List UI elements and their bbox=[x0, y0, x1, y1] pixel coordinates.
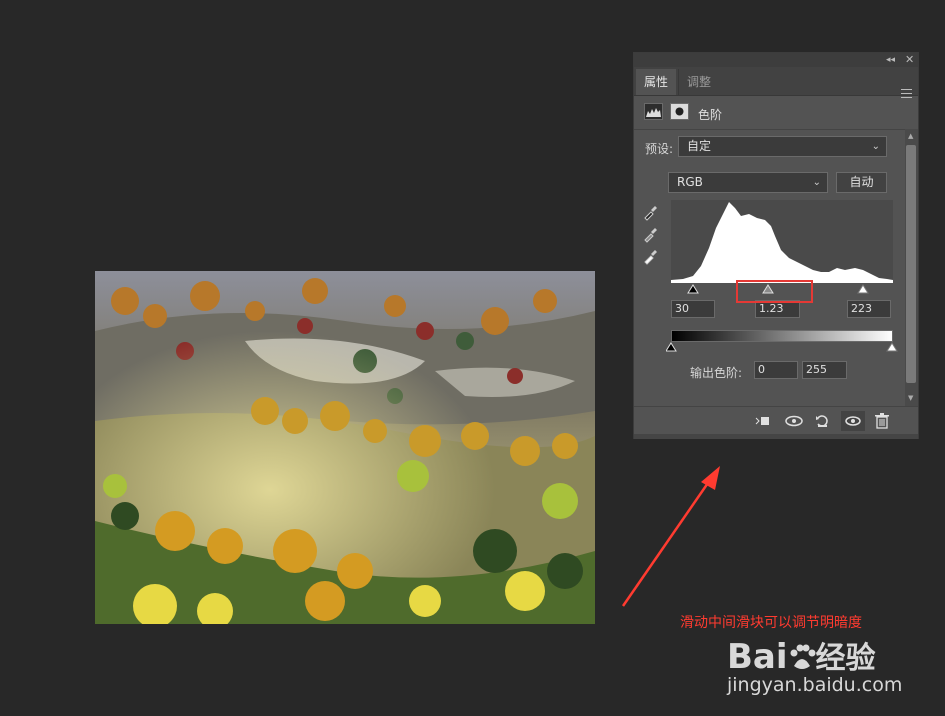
output-white-field[interactable]: 255 bbox=[802, 361, 847, 379]
paw-icon bbox=[788, 641, 816, 669]
watermark-brand: Bai 经验 bbox=[727, 633, 876, 677]
chevron-down-icon: ⌄ bbox=[812, 177, 821, 188]
levels-icon[interactable] bbox=[644, 103, 663, 120]
gray-eyedropper-icon[interactable] bbox=[642, 225, 660, 243]
reset-icon[interactable] bbox=[814, 413, 830, 429]
levels-histogram bbox=[671, 200, 893, 283]
output-black-slider[interactable] bbox=[666, 342, 677, 352]
close-icon[interactable]: ✕ bbox=[905, 53, 914, 67]
channel-dropdown[interactable]: RGB ⌄ bbox=[668, 172, 828, 193]
auto-button[interactable]: 自动 bbox=[836, 172, 887, 193]
clip-to-layer-icon[interactable] bbox=[754, 413, 770, 429]
panel-resize-grip[interactable] bbox=[634, 434, 918, 439]
adjustment-title: 色阶 bbox=[698, 108, 723, 122]
output-gradient bbox=[671, 330, 893, 342]
annotation-text: 滑动中间滑块可以调节明暗度 bbox=[680, 615, 862, 631]
output-white-slider[interactable] bbox=[886, 342, 898, 352]
channel-value: RGB bbox=[677, 175, 703, 189]
scroll-up-icon[interactable]: ▲ bbox=[908, 132, 913, 140]
white-eyedropper-icon[interactable] bbox=[642, 247, 660, 265]
preset-dropdown[interactable]: 自定 ⌄ bbox=[678, 136, 887, 157]
mask-icon[interactable] bbox=[670, 103, 689, 120]
watermark-brand-text: Bai bbox=[727, 637, 788, 677]
panel-footer bbox=[634, 406, 918, 435]
output-levels-label: 输出色阶: bbox=[690, 366, 743, 380]
scroll-down-icon[interactable]: ▼ bbox=[908, 394, 913, 402]
properties-panel: ◂◂ ✕ 属性 调整 色阶 ▲ ▼ 预设: 自定 ⌄ RGB ⌄ 自动 30 1… bbox=[633, 52, 919, 439]
watermark-suffix: 经验 bbox=[815, 641, 876, 676]
chevron-down-icon: ⌄ bbox=[871, 141, 880, 152]
tab-properties[interactable]: 属性 bbox=[636, 69, 677, 95]
preset-label: 预设: bbox=[645, 142, 674, 156]
tab-adjustments[interactable]: 调整 bbox=[678, 69, 719, 95]
black-eyedropper-icon[interactable] bbox=[642, 203, 660, 221]
panel-tabbar: 属性 调整 bbox=[634, 67, 918, 98]
scrollbar-thumb[interactable] bbox=[906, 145, 916, 383]
input-black-field[interactable]: 30 bbox=[671, 300, 715, 318]
view-previous-icon[interactable] bbox=[785, 413, 803, 429]
black-point-slider[interactable] bbox=[687, 284, 699, 294]
highlight-box bbox=[736, 280, 813, 303]
collapse-icon[interactable]: ◂◂ bbox=[886, 53, 895, 67]
annotation-arrow bbox=[621, 466, 720, 607]
landscape-photo bbox=[95, 271, 595, 624]
preset-value: 自定 bbox=[687, 139, 712, 153]
visibility-icon[interactable] bbox=[841, 411, 865, 431]
watermark-url: jingyan.baidu.com bbox=[727, 674, 903, 696]
panel-topbar: ◂◂ ✕ bbox=[634, 53, 918, 67]
trash-icon[interactable] bbox=[874, 413, 890, 429]
adjustment-header: 色阶 bbox=[634, 96, 918, 130]
output-black-field[interactable]: 0 bbox=[754, 361, 798, 379]
input-white-field[interactable]: 223 bbox=[847, 300, 891, 318]
output-slider-track bbox=[666, 342, 898, 352]
white-point-slider[interactable] bbox=[857, 284, 869, 294]
